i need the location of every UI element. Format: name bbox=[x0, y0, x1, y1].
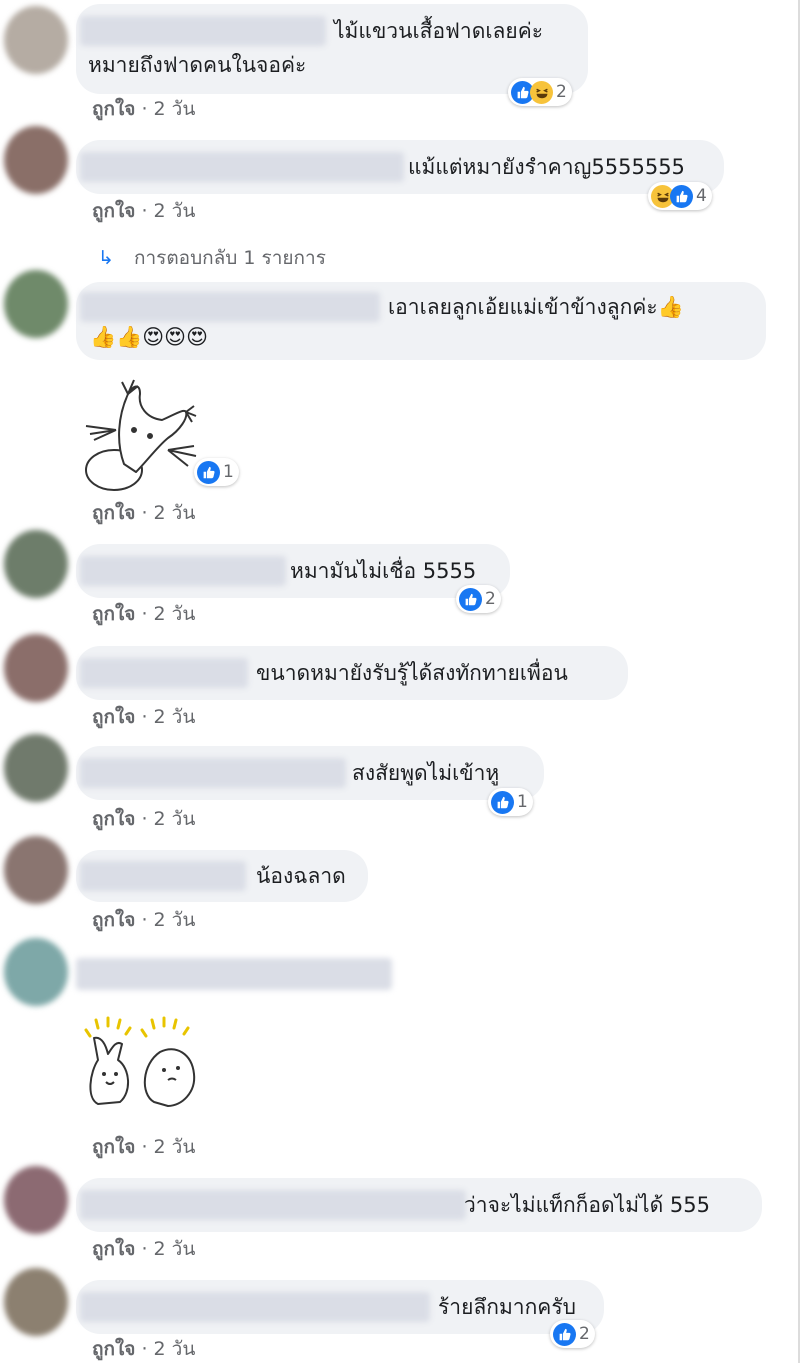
view-replies-label: การตอบกลับ 1 รายการ bbox=[133, 247, 326, 269]
like-icon bbox=[491, 790, 514, 814]
reaction-count: 4 bbox=[696, 186, 707, 206]
like-link[interactable]: ถูกใจ bbox=[92, 1338, 135, 1360]
timestamp[interactable]: · 2 วัน bbox=[141, 1136, 195, 1158]
comment-bubble: ขนาดหมายังรับรู้ได้สงทักทายเพื่อน bbox=[76, 646, 628, 700]
like-link[interactable]: ถูกใจ bbox=[92, 502, 135, 524]
timestamp[interactable]: · 2 วัน bbox=[141, 502, 195, 524]
comment-text: เอาเลยลูกเอ้ยแม่เข้าข้างลูกค่ะ👍 bbox=[388, 295, 684, 319]
reply-arrow-icon: ↳ bbox=[98, 247, 114, 269]
like-link[interactable]: ถูกใจ bbox=[92, 98, 135, 120]
comment-meta: ถูกใจ · 2 วัน bbox=[92, 804, 195, 834]
avatar[interactable] bbox=[4, 530, 68, 598]
like-icon bbox=[459, 587, 482, 611]
like-link[interactable]: ถูกใจ bbox=[92, 603, 135, 625]
commenter-name[interactable] bbox=[80, 1190, 466, 1220]
comment-text: ร้ายลึกมากครับ bbox=[438, 1295, 576, 1319]
commenter-name[interactable] bbox=[80, 861, 246, 891]
avatar[interactable] bbox=[4, 126, 68, 194]
commenter-name[interactable] bbox=[80, 292, 380, 322]
timestamp[interactable]: · 2 วัน bbox=[141, 706, 195, 728]
timestamp[interactable]: · 2 วัน bbox=[141, 1238, 195, 1260]
comment-meta: ถูกใจ · 2 วัน bbox=[92, 905, 195, 935]
comment-bubble: ว่าจะไม่แท็กก็อดไม่ได้ 555 bbox=[76, 1178, 762, 1232]
timestamp[interactable]: · 2 วัน bbox=[141, 200, 195, 222]
like-link[interactable]: ถูกใจ bbox=[92, 200, 135, 222]
like-link[interactable]: ถูกใจ bbox=[92, 706, 135, 728]
comment-meta: ถูกใจ · 2 วัน bbox=[92, 94, 195, 124]
avatar[interactable] bbox=[4, 6, 68, 74]
commenter-name[interactable] bbox=[80, 16, 326, 46]
reaction-count: 2 bbox=[556, 82, 567, 102]
commenter-name[interactable] bbox=[80, 1292, 430, 1322]
avatar[interactable] bbox=[4, 734, 68, 802]
like-icon bbox=[553, 1322, 576, 1346]
reaction-count: 2 bbox=[485, 589, 496, 609]
reaction-summary[interactable]: 2 bbox=[550, 1320, 595, 1348]
timestamp[interactable]: · 2 วัน bbox=[141, 603, 195, 625]
like-icon bbox=[670, 184, 693, 208]
avatar[interactable] bbox=[4, 270, 68, 338]
reaction-count: 2 bbox=[579, 1324, 590, 1344]
reaction-count: 1 bbox=[223, 462, 234, 482]
comment-meta: ถูกใจ · 2 วัน bbox=[92, 196, 195, 226]
avatar[interactable] bbox=[4, 938, 68, 1006]
view-replies-link[interactable]: ↳ การตอบกลับ 1 รายการ bbox=[98, 243, 326, 273]
comment-text: 👍👍😍😍😍 bbox=[90, 325, 208, 349]
comment-meta: ถูกใจ · 2 วัน bbox=[92, 1234, 195, 1264]
like-link[interactable]: ถูกใจ bbox=[92, 1136, 135, 1158]
avatar[interactable] bbox=[4, 836, 68, 904]
comment-meta: ถูกใจ · 2 วัน bbox=[92, 498, 195, 528]
commenter-name[interactable] bbox=[76, 958, 392, 990]
haha-icon bbox=[530, 80, 553, 104]
reaction-summary[interactable]: 1 bbox=[488, 788, 533, 816]
avatar[interactable] bbox=[4, 1166, 68, 1234]
reaction-summary[interactable]: 2 bbox=[508, 78, 572, 106]
comment-text: น้องฉลาด bbox=[256, 864, 346, 888]
like-link[interactable]: ถูกใจ bbox=[92, 909, 135, 931]
avatar[interactable] bbox=[4, 1268, 68, 1336]
sticker-image bbox=[85, 379, 197, 491]
comment-meta: ถูกใจ · 2 วัน bbox=[92, 702, 195, 732]
comment-bubble: แม้แต่หมายังรำคาญ5555555 bbox=[76, 140, 724, 194]
comment-bubble: หมามันไม่เชื่อ 5555 bbox=[76, 544, 510, 598]
comment-text: สงสัยพูดไม่เข้าหู bbox=[352, 761, 500, 785]
like-link[interactable]: ถูกใจ bbox=[92, 1238, 135, 1260]
comment-text: หมายถึงฟาดคนในจอค่ะ bbox=[88, 53, 307, 77]
timestamp[interactable]: · 2 วัน bbox=[141, 98, 195, 120]
comment-text: ว่าจะไม่แท็กก็อดไม่ได้ 555 bbox=[464, 1193, 710, 1217]
commenter-name[interactable] bbox=[80, 758, 346, 788]
comment-bubble: สงสัยพูดไม่เข้าหู bbox=[76, 746, 544, 800]
reaction-summary[interactable]: 1 bbox=[194, 458, 239, 486]
comment-bubble: ร้ายลึกมากครับ bbox=[76, 1280, 604, 1334]
comment-text: หมามันไม่เชื่อ 5555 bbox=[290, 559, 477, 583]
like-link[interactable]: ถูกใจ bbox=[92, 808, 135, 830]
commenter-name[interactable] bbox=[80, 658, 248, 688]
comment-meta: ถูกใจ · 2 วัน bbox=[92, 1132, 195, 1162]
comment-meta: ถูกใจ · 2 วัน bbox=[92, 1334, 195, 1363]
comment-meta: ถูกใจ · 2 วัน bbox=[92, 599, 195, 629]
commenter-name[interactable] bbox=[80, 152, 404, 182]
timestamp[interactable]: · 2 วัน bbox=[141, 808, 195, 830]
comment-bubble: ไม้แขวนเสื้อฟาดเลยค่ะ หมายถึงฟาดคนในจอค่… bbox=[76, 4, 588, 94]
reaction-count: 1 bbox=[517, 792, 528, 812]
comment-bubble: เอาเลยลูกเอ้ยแม่เข้าข้างลูกค่ะ👍 👍👍😍😍😍 bbox=[76, 282, 766, 360]
timestamp[interactable]: · 2 วัน bbox=[141, 909, 195, 931]
comment-bubble: น้องฉลาด bbox=[76, 850, 368, 902]
commenter-name[interactable] bbox=[80, 556, 286, 586]
comment-text: ไม้แขวนเสื้อฟาดเลยค่ะ bbox=[334, 19, 544, 43]
comment-text: แม้แต่หมายังรำคาญ5555555 bbox=[408, 155, 685, 179]
reaction-summary[interactable]: 4 bbox=[648, 182, 712, 210]
reaction-summary[interactable]: 2 bbox=[456, 585, 501, 613]
timestamp[interactable]: · 2 วัน bbox=[141, 1338, 195, 1360]
sticker-image bbox=[84, 1016, 196, 1107]
like-icon bbox=[197, 460, 220, 484]
avatar[interactable] bbox=[4, 634, 68, 702]
comment-text: ขนาดหมายังรับรู้ได้สงทักทายเพื่อน bbox=[256, 661, 568, 685]
